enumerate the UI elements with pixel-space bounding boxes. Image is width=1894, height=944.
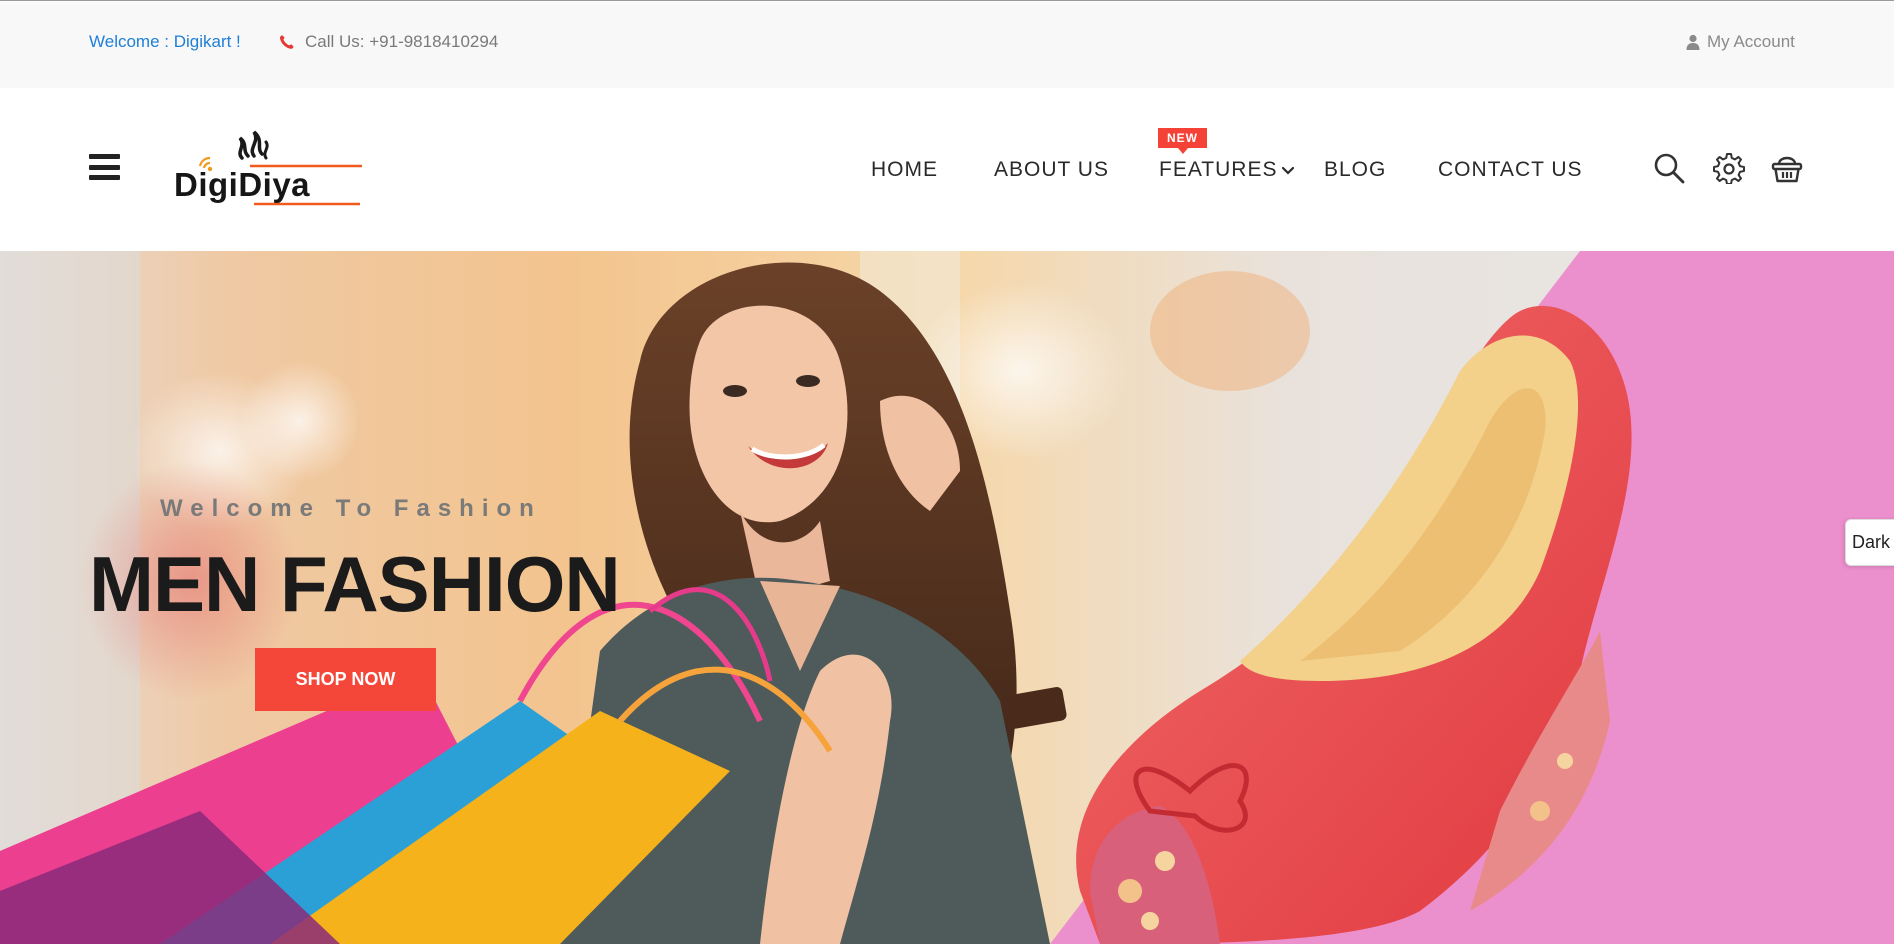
- gear-icon[interactable]: [1713, 152, 1745, 184]
- dark-mode-toggle[interactable]: Dark: [1845, 519, 1894, 566]
- hero-banner: Welcome To Fashion MEN FASHION SHOP NOW: [0, 251, 1894, 944]
- search-icon[interactable]: [1653, 152, 1685, 184]
- my-account-link[interactable]: My Account: [1686, 32, 1795, 52]
- my-account-label: My Account: [1707, 32, 1795, 51]
- phone-icon: [279, 35, 294, 49]
- basket-icon[interactable]: [1771, 152, 1803, 184]
- chevron-down-icon[interactable]: [1281, 164, 1295, 178]
- new-badge: NEW: [1158, 128, 1207, 154]
- user-icon: [1686, 34, 1700, 50]
- site-header: DigiDiya HOME ABOUT US NEW FEATURES BLOG…: [0, 88, 1894, 251]
- main-nav: HOME ABOUT US NEW FEATURES BLOG CONTACT …: [0, 88, 1894, 251]
- call-text: Call Us: +91-9818410294: [305, 32, 499, 51]
- hero-subtitle: Welcome To Fashion: [160, 495, 542, 522]
- nav-blog[interactable]: BLOG: [1324, 158, 1386, 182]
- nav-contact-us[interactable]: CONTACT US: [1438, 158, 1583, 182]
- nav-features[interactable]: FEATURES: [1159, 158, 1277, 182]
- shop-now-button[interactable]: SHOP NOW: [255, 648, 436, 711]
- hero-title: MEN FASHION: [89, 540, 621, 628]
- welcome-text: Welcome : Digikart !: [89, 32, 241, 51]
- nav-about-us[interactable]: ABOUT US: [994, 158, 1109, 182]
- call-us[interactable]: Call Us: +91-9818410294: [279, 32, 498, 52]
- nav-home[interactable]: HOME: [871, 158, 938, 182]
- top-bar: Welcome : Digikart ! Call Us: +91-981841…: [0, 5, 1894, 88]
